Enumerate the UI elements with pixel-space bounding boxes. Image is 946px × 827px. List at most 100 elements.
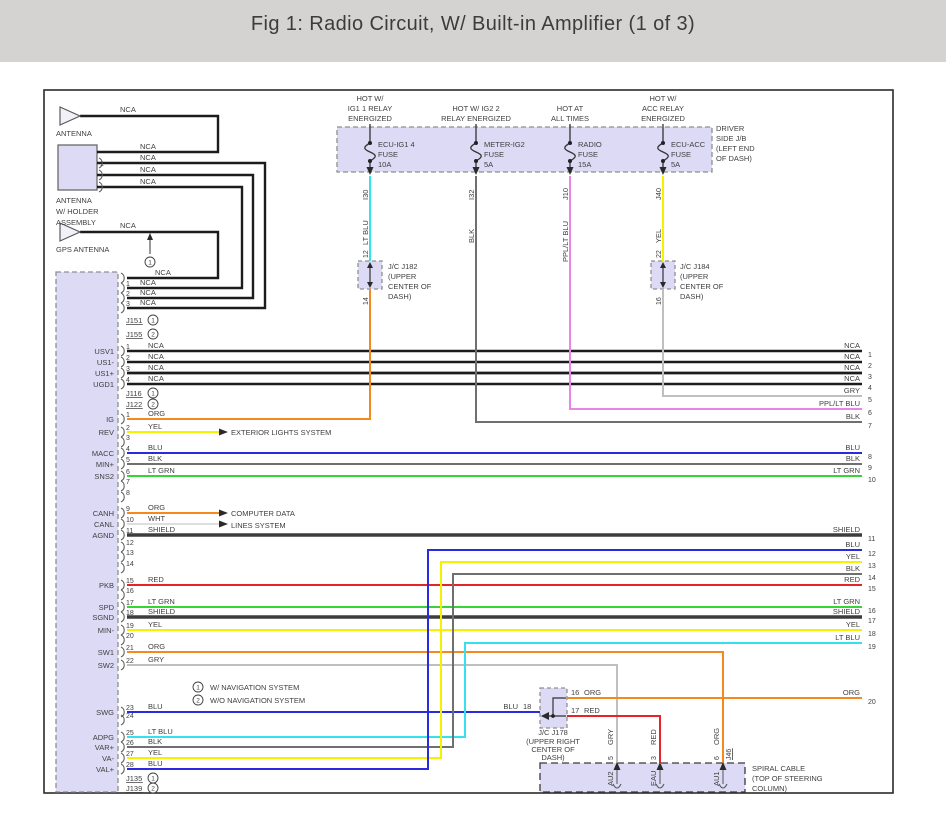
label: SIDE J/B xyxy=(716,134,746,143)
option-circle-number: 1 xyxy=(151,775,155,782)
computer-data-arrow xyxy=(219,509,228,517)
label: SHIELD xyxy=(148,525,176,534)
computer-data-arrow xyxy=(219,520,228,528)
label: IG1 1 RELAY xyxy=(348,104,392,113)
label: ENERGIZED xyxy=(348,114,392,123)
label: 24 xyxy=(126,713,134,720)
fuse-terminal-dot xyxy=(474,141,478,145)
label: RADIO xyxy=(578,140,602,149)
j-code-link[interactable]: J46 xyxy=(726,749,733,760)
label: 2 xyxy=(126,291,130,298)
label: BLK xyxy=(148,454,162,463)
label: (TOP OF STEERING xyxy=(752,774,823,783)
fuse-terminal-dot xyxy=(368,141,372,145)
label: NCA xyxy=(844,352,860,361)
label: YEL xyxy=(654,229,663,243)
pin-connector xyxy=(120,458,125,470)
label: J/C J182 xyxy=(388,262,418,271)
option-circle-number: 1 xyxy=(148,259,152,266)
label: NCA xyxy=(148,363,164,372)
label: 6 xyxy=(714,756,721,760)
label: 22 xyxy=(126,658,134,665)
j-code-link[interactable]: J122 xyxy=(126,400,142,409)
pin-connector xyxy=(120,646,125,658)
j-code-link[interactable]: J155 xyxy=(126,330,142,339)
fuse-terminal-dot xyxy=(661,141,665,145)
label: LT GRN xyxy=(148,466,175,475)
label: USV1 xyxy=(94,347,114,356)
label: (UPPER xyxy=(388,272,417,281)
label: HOT W/ IG2 2 xyxy=(452,104,499,113)
label: 3 xyxy=(868,374,872,381)
label: VAR+ xyxy=(95,743,115,752)
j-code-link[interactable]: J139 xyxy=(126,784,142,793)
option-circle-number: 2 xyxy=(151,785,155,792)
label: MACC xyxy=(92,449,115,458)
label: 1 xyxy=(126,412,130,419)
label: SW1 xyxy=(98,648,114,657)
j-code-link[interactable]: J135 xyxy=(126,774,142,783)
label: ORG xyxy=(843,688,860,697)
label: 3 xyxy=(126,301,130,308)
label: 1 xyxy=(100,161,104,168)
pin-connector xyxy=(120,659,125,671)
label: ORG xyxy=(148,503,165,512)
label: 10A xyxy=(378,160,391,169)
label: 20 xyxy=(126,633,134,640)
label: 18 xyxy=(126,610,134,617)
j-code-link[interactable]: J116 xyxy=(126,389,142,398)
label: 28 xyxy=(126,762,134,769)
label: REV xyxy=(99,428,114,437)
label: US1+ xyxy=(95,369,115,378)
label: BLK xyxy=(846,564,860,573)
label: CENTER OF xyxy=(680,282,724,291)
fuse-terminal-dot xyxy=(661,159,665,163)
label: YEL xyxy=(846,552,860,561)
label: 3 xyxy=(126,366,130,373)
label: 17 xyxy=(868,618,876,625)
label: BLK xyxy=(846,454,860,463)
label: 5 xyxy=(608,756,615,760)
label: CENTER OF xyxy=(388,282,432,291)
pin-connector xyxy=(120,413,125,425)
pin-connector xyxy=(120,378,125,390)
label: 8 xyxy=(868,454,872,461)
option-circle-number: 2 xyxy=(151,331,155,338)
label: CANL xyxy=(94,520,114,529)
label: SW2 xyxy=(98,661,114,670)
label: YEL xyxy=(148,748,162,757)
label: BLU xyxy=(148,702,163,711)
label: BLU xyxy=(845,443,860,452)
antenna-symbol xyxy=(59,106,82,126)
label: 19 xyxy=(868,644,876,651)
label: RED xyxy=(148,575,164,584)
label: ANTENNA xyxy=(56,196,92,205)
j-code-link[interactable]: J151 xyxy=(126,316,142,325)
label: DASH) xyxy=(680,292,704,301)
label: LT BLU xyxy=(148,727,173,736)
pin-connector xyxy=(120,507,125,519)
label: 22 xyxy=(656,250,663,258)
label: 14 xyxy=(363,297,370,305)
label: 3 xyxy=(651,756,658,760)
label: 12 xyxy=(868,551,876,558)
label: W/ HOLDER xyxy=(56,207,99,216)
label: 10 xyxy=(868,477,876,484)
label: I30 xyxy=(361,190,370,200)
pin-connector xyxy=(120,579,125,591)
label: 13 xyxy=(868,563,876,570)
label: 5A xyxy=(484,160,493,169)
label: 5 xyxy=(126,457,130,464)
label: NCA xyxy=(120,105,136,114)
pin-connector xyxy=(120,356,125,368)
label: NCA xyxy=(844,374,860,383)
label: SPIRAL CABLE xyxy=(752,764,805,773)
pin-connector xyxy=(120,292,125,304)
label: EAU xyxy=(649,771,658,786)
label: 13 xyxy=(126,550,134,557)
label: FUSE xyxy=(484,150,504,159)
pin-connector xyxy=(120,731,125,743)
label: 27 xyxy=(126,751,134,758)
label: ORG xyxy=(148,642,165,651)
pin-connector xyxy=(120,611,125,623)
